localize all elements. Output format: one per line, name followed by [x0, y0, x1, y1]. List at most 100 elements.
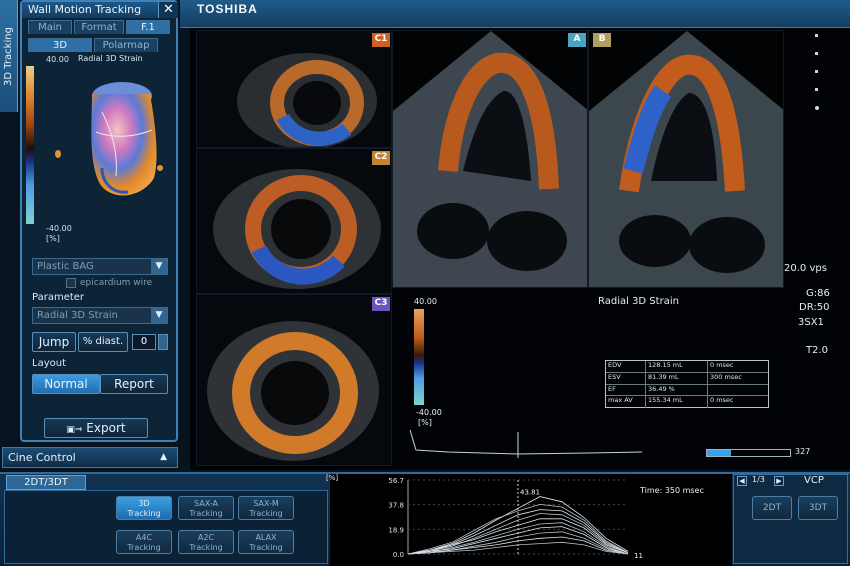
table-cell: 81.39 mL [646, 372, 708, 384]
cine-control-bar[interactable]: Cine Control ▲ [2, 447, 178, 468]
view-c2[interactable]: C2 [196, 148, 392, 294]
table-row: EF 36.49 % [606, 384, 768, 397]
epicardium-label: epicardium wire [80, 278, 153, 288]
view-c3-badge: C3 [372, 297, 390, 311]
button-line: A4C [135, 533, 153, 542]
frame-slider[interactable] [706, 449, 791, 457]
table-cell: 155.34 mL [646, 396, 708, 408]
polarmap-title: Radial 3D Strain [78, 54, 143, 63]
tracking-sax-a-button[interactable]: SAX-A Tracking [178, 496, 234, 520]
table-row: max AV 155.34 mL 0 msec [606, 396, 768, 408]
y-tick-label: 37.8 [388, 502, 404, 510]
table-cell: max AV [606, 396, 646, 408]
tab-row-view: 3D Polarmap [28, 38, 158, 52]
diast-value-field[interactable]: 0 [132, 334, 156, 350]
tracking-a4c-button[interactable]: A4C Tracking [116, 530, 172, 554]
scale-unit-label: [%] [46, 234, 60, 243]
vcp-label: VCP [804, 475, 824, 486]
y-tick-label: 56.7 [388, 477, 404, 485]
view-c2-badge: C2 [372, 151, 390, 165]
apical-b-image [589, 31, 783, 287]
tracking-3d-button[interactable]: 3D Tracking [116, 496, 172, 520]
view-c1[interactable]: C1 [196, 30, 392, 148]
export-button[interactable]: ▣⇒ Export [44, 418, 148, 438]
short-axis-c3-image [197, 295, 391, 465]
vcp-page: 1/3 [752, 475, 765, 484]
vcp-2dt-button[interactable]: 2DT [752, 496, 792, 520]
surface-dropdown-value: Plastic BAG [37, 261, 94, 272]
epicardium-checkbox[interactable] [66, 278, 76, 288]
epicardium-option[interactable]: epicardium wire [66, 278, 152, 288]
strain-series-line [407, 531, 629, 555]
button-line: Tracking [249, 509, 283, 518]
jump-button[interactable]: Jump [32, 332, 76, 352]
table-cell: 0 msec [710, 396, 734, 405]
view-a[interactable]: A [392, 30, 588, 288]
volume-curve [409, 429, 643, 458]
table-cell: ESV [606, 372, 646, 384]
y-tick-label: 18.9 [388, 526, 404, 534]
tab-main[interactable]: Main [28, 20, 72, 34]
y-tick-label: 0.0 [393, 551, 404, 559]
tracking-a2c-button[interactable]: A2C Tracking [178, 530, 234, 554]
button-line: Tracking [127, 543, 161, 552]
button-line: Tracking [189, 543, 223, 552]
tab-3d-tracking[interactable]: 3D Tracking [0, 0, 18, 112]
short-axis-c1-image [197, 31, 391, 147]
tab-row-main: Main Format F.1 [28, 20, 170, 34]
chevron-down-icon[interactable]: ▼ [151, 259, 167, 274]
gain-value: G:86 [806, 288, 830, 299]
parameter-dropdown[interactable]: Radial 3D Strain ▼ [32, 307, 168, 324]
probe-name: 3SX1 [798, 317, 824, 328]
frame-count: 327 [795, 447, 811, 456]
dynamic-range: DR:50 [799, 302, 830, 313]
color-scale-min: -40.00 [416, 408, 442, 417]
header-bar [180, 0, 850, 28]
short-axis-c2-image [197, 149, 391, 293]
peak-label: 43.81 [520, 489, 540, 497]
tab-polarmap[interactable]: Polarmap [94, 38, 158, 52]
strain-color-scale [26, 66, 34, 224]
tab-format[interactable]: Format [74, 20, 124, 34]
table-cell: EF [606, 384, 646, 396]
parameter-dropdown-value: Radial 3D Strain [37, 310, 118, 321]
export-label: Export [86, 421, 126, 435]
vcp-prev-icon[interactable]: ◀ [737, 476, 747, 486]
tab-f1[interactable]: F.1 [126, 20, 170, 34]
frame-slider-fill [707, 450, 731, 456]
tracking-alax-button[interactable]: ALAX Tracking [238, 530, 294, 554]
button-line: Tracking [249, 543, 283, 552]
depth-markers [815, 34, 819, 124]
diast-stepper[interactable] [158, 334, 168, 350]
diast-button[interactable]: % diast. [78, 332, 128, 352]
view-b[interactable]: B [588, 30, 784, 288]
3d-heart-model[interactable] [42, 72, 172, 222]
vcp-next-icon[interactable]: ▶ [774, 476, 784, 486]
graph-end-label: 11 [634, 552, 643, 560]
chevron-down-icon[interactable]: ▼ [151, 308, 167, 323]
surface-dropdown[interactable]: Plastic BAG ▼ [32, 258, 168, 275]
view-b-badge: B [593, 33, 611, 47]
table-cell: 300 msec [710, 372, 742, 381]
view-c3[interactable]: C3 [196, 294, 392, 466]
expand-up-icon[interactable]: ▲ [160, 448, 167, 467]
button-line: 3D [138, 499, 150, 508]
layout-label: Layout [32, 358, 66, 369]
close-icon[interactable]: ✕ [158, 2, 178, 18]
color-scale-max: 40.00 [414, 297, 437, 306]
panel-title: Wall Motion Tracking [28, 3, 142, 16]
table-cell: EDV [606, 361, 646, 372]
tab-2dt-3dt[interactable]: 2DT/3DT [6, 475, 86, 490]
table-cell [708, 385, 768, 396]
export-icon: ▣⇒ [66, 425, 83, 435]
cine-control-label: Cine Control [8, 451, 76, 464]
tracking-sax-m-button[interactable]: SAX-M Tracking [238, 496, 294, 520]
vcp-3dt-button[interactable]: 3DT [798, 496, 838, 520]
frame-rate: 20.0 vps [784, 263, 827, 274]
table-row: EDV 128.15 mL 0 msec [606, 361, 768, 373]
button-line: SAX-A [194, 499, 218, 508]
normal-layout-button[interactable]: Normal [32, 374, 100, 394]
tab-3d[interactable]: 3D [28, 38, 92, 52]
table-cell: 128.15 mL [646, 361, 708, 372]
report-layout-button[interactable]: Report [100, 374, 168, 394]
